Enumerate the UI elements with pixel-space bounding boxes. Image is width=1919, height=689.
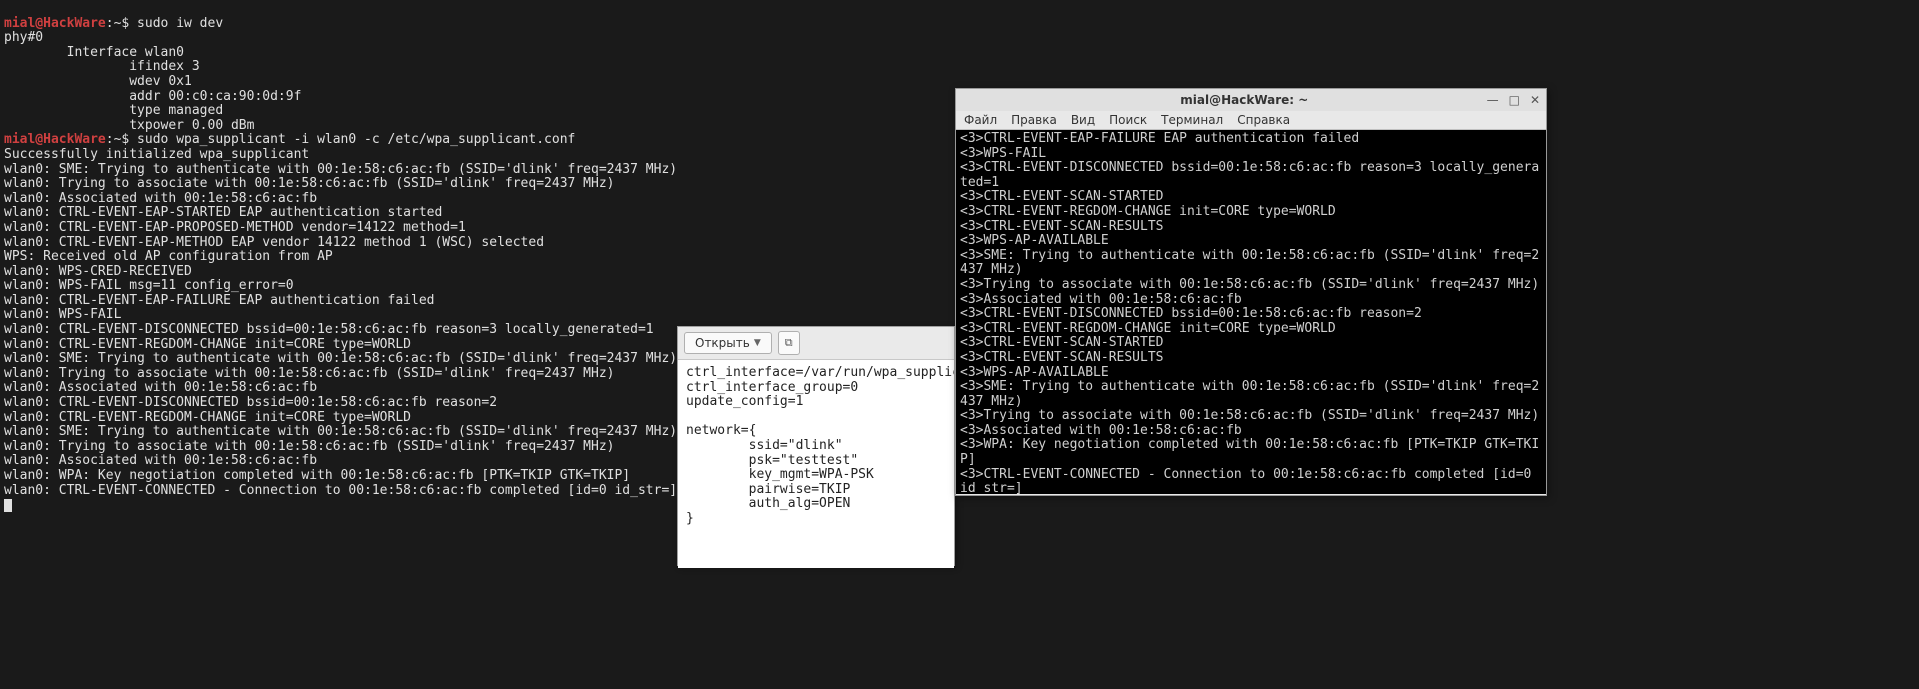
- terminal-body[interactable]: <3>CTRL-EVENT-EAP-FAILURE EAP authentica…: [956, 130, 1546, 494]
- window-controls: — □ ✕: [1487, 93, 1540, 107]
- editor-toolbar: Открыть ▼ ⧉: [678, 327, 954, 360]
- chevron-down-icon: ▼: [754, 338, 761, 348]
- output-1: phy#0 Interface wlan0 ifindex 3 wdev 0x1…: [4, 30, 301, 133]
- menu-help[interactable]: Справка: [1237, 113, 1290, 127]
- prompt-sep-2: :~$: [106, 132, 129, 147]
- menu-terminal[interactable]: Терминал: [1161, 113, 1223, 127]
- menu-view[interactable]: Вид: [1071, 113, 1095, 127]
- maximize-button[interactable]: □: [1509, 93, 1520, 107]
- terminal-output: <3>CTRL-EVENT-EAP-FAILURE EAP authentica…: [960, 131, 1539, 494]
- terminal-titlebar[interactable]: mial@HackWare: ~ — □ ✕: [956, 89, 1546, 111]
- minimize-button[interactable]: —: [1487, 93, 1499, 107]
- open-button[interactable]: Открыть ▼: [684, 332, 772, 354]
- output-2: Successfully initialized wpa_supplicant …: [4, 147, 677, 498]
- terminal-menubar: Файл Правка Вид Поиск Терминал Справка: [956, 111, 1546, 130]
- menu-edit[interactable]: Правка: [1011, 113, 1057, 127]
- terminal-window[interactable]: mial@HackWare: ~ — □ ✕ Файл Правка Вид П…: [955, 88, 1547, 496]
- editor-content[interactable]: ctrl_interface=/var/run/wpa_supplican ct…: [678, 360, 954, 568]
- prompt-user-2: mial@HackWare: [4, 132, 106, 147]
- close-button[interactable]: ✕: [1530, 93, 1540, 107]
- new-tab-icon: ⧉: [785, 336, 793, 349]
- menu-file[interactable]: Файл: [964, 113, 997, 127]
- new-tab-button[interactable]: ⧉: [778, 331, 800, 355]
- open-button-label: Открыть: [695, 336, 750, 350]
- prompt-user: mial@HackWare: [4, 16, 106, 31]
- menu-search[interactable]: Поиск: [1109, 113, 1147, 127]
- command-2: sudo wpa_supplicant -i wlan0 -c /etc/wpa…: [129, 132, 575, 147]
- prompt-sep: :~$: [106, 16, 129, 31]
- terminal-title: mial@HackWare: ~: [1002, 93, 1487, 107]
- text-editor-window[interactable]: Открыть ▼ ⧉ ctrl_interface=/var/run/wpa_…: [677, 326, 955, 566]
- command-1: sudo iw dev: [129, 16, 223, 31]
- cursor-icon: [4, 499, 12, 512]
